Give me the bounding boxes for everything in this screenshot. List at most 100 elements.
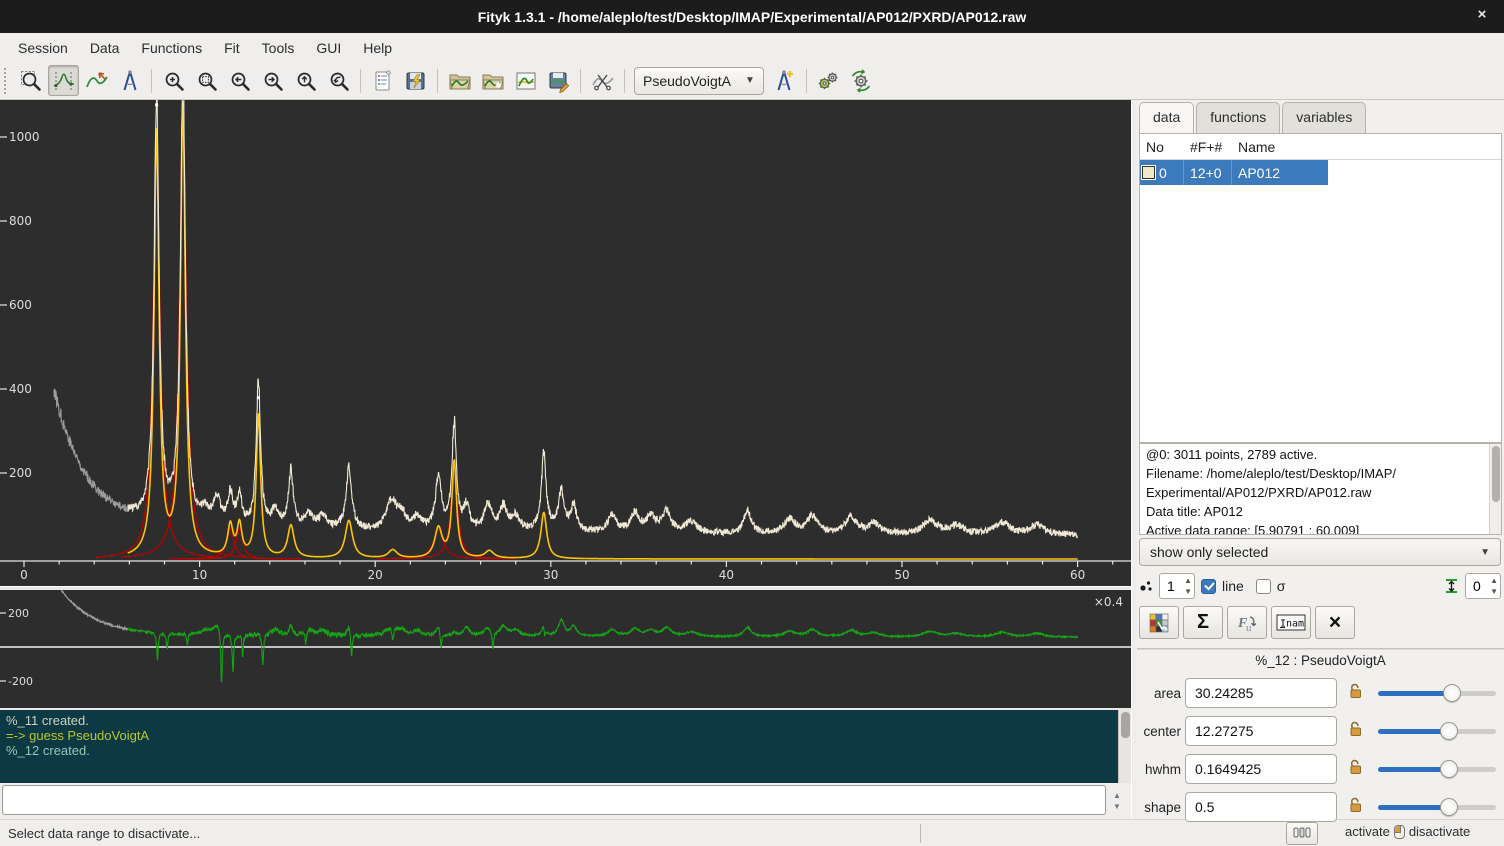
lock-icon[interactable] <box>1347 796 1364 818</box>
param-row-hwhm: hwhm 0.1649425 <box>1137 750 1504 788</box>
tool-fit-settings[interactable] <box>846 65 877 96</box>
tool-zoom-left[interactable] <box>224 65 255 96</box>
auto-add-peak-icon <box>772 69 796 93</box>
export-data-icon <box>547 69 571 93</box>
transform-data-icon <box>591 69 615 93</box>
fit-settings-icon <box>849 69 873 93</box>
menu-functions[interactable]: Functions <box>131 36 212 60</box>
info-line: Experimental/AP012/PXRD/AP012.raw <box>1146 483 1485 502</box>
tab-variables[interactable]: variables <box>1282 102 1366 134</box>
hwhm-input[interactable]: 0.1649425 <box>1185 754 1337 784</box>
shape-input[interactable]: 0.5 <box>1185 792 1337 822</box>
close-icon[interactable]: × <box>1472 6 1492 23</box>
col-f: #F+# <box>1184 139 1232 155</box>
svg-text:×0.4: ×0.4 <box>1094 595 1123 609</box>
console-scrollbar[interactable] <box>1118 710 1131 783</box>
chevron-down-icon: ▼ <box>745 75 755 86</box>
tool-background-mode[interactable] <box>81 65 112 96</box>
area-slider[interactable] <box>1378 684 1496 702</box>
lock-icon[interactable] <box>1347 758 1364 780</box>
tool-run-fit[interactable] <box>813 65 844 96</box>
shift-icon <box>1444 578 1459 594</box>
disactivate-label: disactivate <box>1409 824 1470 839</box>
svg-text:u: u <box>1246 622 1252 634</box>
tool-save-session[interactable] <box>400 65 431 96</box>
fityk-window: Fityk 1.3.1 - /home/aleplo/test/Desktop/… <box>0 0 1504 846</box>
hwhm-slider[interactable] <box>1378 760 1496 778</box>
tool-transform-data[interactable] <box>587 65 618 96</box>
menu-data[interactable]: Data <box>80 36 130 60</box>
center-slider[interactable] <box>1378 722 1496 740</box>
tool-add-peak-mode[interactable] <box>114 65 145 96</box>
peak-type-select[interactable]: PseudoVoigtA ▼ <box>634 67 764 95</box>
col-name: Name <box>1232 139 1328 155</box>
menu-help[interactable]: Help <box>353 36 402 60</box>
delete-button[interactable]: × <box>1315 606 1355 639</box>
center-input[interactable]: 12.27275 <box>1185 716 1337 746</box>
data-color-swatch[interactable] <box>1142 166 1155 179</box>
command-history-spinner[interactable]: ▲▼ <box>1107 788 1127 814</box>
activate-hint: activate disactivate <box>1345 824 1470 839</box>
menu-gui[interactable]: GUI <box>306 36 351 60</box>
menu-tools[interactable]: Tools <box>252 36 305 60</box>
tab-data[interactable]: data <box>1139 102 1194 134</box>
info-scrollbar[interactable] <box>1489 444 1501 534</box>
add-peak-mode-icon <box>118 69 142 93</box>
table-header: No #F+# Name <box>1140 134 1501 160</box>
dataset-buttons: Σ F u Inam × <box>1139 606 1355 639</box>
svg-text:50: 50 <box>894 568 909 582</box>
tool-zoom-mode[interactable] <box>15 65 46 96</box>
menu-bar: Session Data Functions Fit Tools GUI Hel… <box>0 33 1504 62</box>
tool-data-range-mode[interactable] <box>48 65 79 96</box>
main-plot[interactable]: 20040060080010000102030405060 <box>0 100 1131 586</box>
shape-slider[interactable] <box>1378 798 1496 816</box>
zoom-mode-icon <box>19 69 43 93</box>
lock-icon[interactable] <box>1347 720 1364 742</box>
menu-fit[interactable]: Fit <box>214 36 250 60</box>
output-console[interactable]: %_11 created. =-> guess PseudoVoigtA %_1… <box>0 710 1131 783</box>
info-line: @0: 3011 points, 2789 active. <box>1146 445 1485 464</box>
svg-text:200: 200 <box>9 466 32 480</box>
param-row-area: area 30.24285 <box>1137 674 1504 712</box>
colors-grid-button[interactable] <box>1139 606 1179 639</box>
console-line: %_12 created. <box>6 743 1125 758</box>
mouse-buttons-icon <box>1293 827 1311 841</box>
tool-load-data[interactable] <box>444 65 475 96</box>
functions-button[interactable]: F u <box>1227 606 1267 639</box>
console-line: =-> guess PseudoVoigtA <box>6 728 1125 743</box>
tool-append-data[interactable] <box>477 65 508 96</box>
tool-export-data[interactable] <box>543 65 574 96</box>
shift-spinner[interactable]: 0 ▲▼ <box>1465 573 1501 599</box>
info-line: Data title: AP012 <box>1146 502 1485 521</box>
functions-icon: F u <box>1235 612 1259 634</box>
command-input[interactable] <box>2 785 1106 815</box>
title-bar[interactable]: Fityk 1.3.1 - /home/aleplo/test/Desktop/… <box>0 0 1504 33</box>
show-filter-select[interactable]: show only selected ▼ <box>1139 538 1501 566</box>
sum-button[interactable]: Σ <box>1183 606 1223 639</box>
menu-session[interactable]: Session <box>8 36 78 60</box>
tool-zoom-previous[interactable] <box>323 65 354 96</box>
tool-log[interactable] <box>367 65 398 96</box>
tool-zoom-vertical[interactable] <box>290 65 321 96</box>
tool-zoom-selection[interactable] <box>191 65 222 96</box>
point-size-spinner[interactable]: 1 ▲▼ <box>1159 573 1195 599</box>
rename-button[interactable]: Inam <box>1271 606 1311 639</box>
sigma-checkbox[interactable] <box>1256 579 1271 594</box>
tool-zoom-all[interactable] <box>158 65 189 96</box>
area-input[interactable]: 30.24285 <box>1185 678 1337 708</box>
svg-text:10: 10 <box>192 568 207 582</box>
svg-text:600: 600 <box>9 298 32 312</box>
toolbar-grip[interactable] <box>4 68 11 94</box>
lock-icon[interactable] <box>1347 682 1364 704</box>
tool-zoom-right[interactable] <box>257 65 288 96</box>
tool-auto-add-peak[interactable] <box>769 65 800 96</box>
dataset-info[interactable]: @0: 3011 points, 2789 active. Filename: … <box>1139 443 1502 535</box>
load-data-icon <box>448 69 472 93</box>
tab-functions[interactable]: functions <box>1196 102 1280 134</box>
dataset-name: AP012 <box>1232 160 1328 185</box>
tool-edit-data[interactable] <box>510 65 541 96</box>
auxiliary-plot[interactable]: 200-200×0.4 <box>0 590 1131 708</box>
line-checkbox[interactable] <box>1201 579 1216 594</box>
window-title: Fityk 1.3.1 - /home/aleplo/test/Desktop/… <box>478 9 1027 25</box>
table-row[interactable]: 0 12+0 AP012 <box>1140 160 1328 185</box>
